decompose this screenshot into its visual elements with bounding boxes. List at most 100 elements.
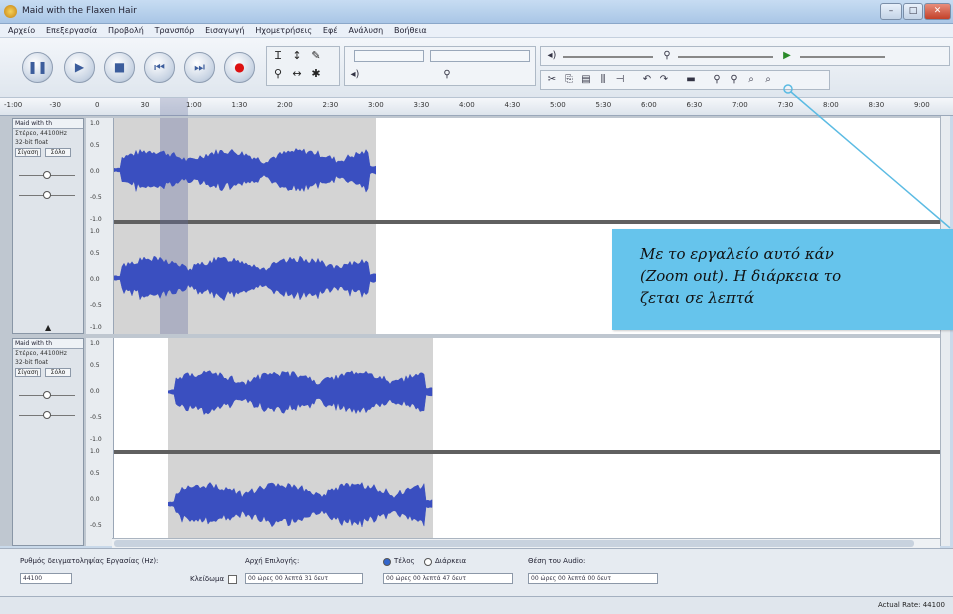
play-speed-slider[interactable] xyxy=(800,56,885,58)
record-button[interactable]: ● xyxy=(224,52,255,83)
scale-label: -1.0 xyxy=(90,216,102,223)
vertical-scale: 1.0 0.5 0.0 -0.5 -1.0 1.0 0.5 0.0 -0.5 -… xyxy=(86,118,114,334)
scale-label: -1.0 xyxy=(90,436,102,443)
multi-tool-icon[interactable]: ✱ xyxy=(308,66,324,82)
track-name-menu[interactable]: Maid with th xyxy=(13,119,83,129)
zoom-tool-icon[interactable]: ⚲ xyxy=(270,66,286,82)
skip-end-button[interactable]: ⏭ xyxy=(184,52,215,83)
scale-label: -1.0 xyxy=(90,324,102,331)
draw-tool-icon[interactable]: ✎ xyxy=(308,48,324,64)
undo-icon[interactable]: ↶ xyxy=(640,73,654,87)
envelope-tool-icon[interactable]: ↕ xyxy=(289,48,305,64)
zoom-in-icon[interactable]: ⚲ xyxy=(710,73,724,87)
solo-button[interactable]: Σόλο xyxy=(45,368,71,377)
mute-button[interactable]: Σίγαση xyxy=(15,368,41,377)
solo-button[interactable]: Σόλο xyxy=(45,148,71,157)
window-title: Maid with the Flaxen Hair xyxy=(22,6,137,16)
selection-end-field[interactable]: 00 ώρες 00 λεπτά 47 δευτ xyxy=(383,573,513,584)
horizontal-scroll-thumb[interactable] xyxy=(114,540,914,547)
scale-label: -0.5 xyxy=(90,522,102,529)
project-rate-select[interactable]: 44100 xyxy=(20,573,72,584)
app-icon xyxy=(4,5,17,18)
menu-edit[interactable]: Επεξεργασία xyxy=(46,24,97,38)
menu-generate[interactable]: Ηχομετρήσεις xyxy=(255,24,312,38)
silence-icon[interactable]: ⊣ xyxy=(613,73,627,87)
sync-lock-icon[interactable]: ▬ xyxy=(684,73,698,87)
play-at-speed-icon[interactable]: ▶ xyxy=(780,49,794,63)
track-bitdepth: 32-bit float xyxy=(15,139,49,146)
pan-slider-thumb[interactable] xyxy=(43,191,51,199)
fit-project-icon[interactable]: ⌕ xyxy=(761,73,775,87)
waveform-channel-right xyxy=(114,255,376,302)
menu-analyze[interactable]: Ανάλυση xyxy=(348,24,383,38)
track-control-panel: Maid with th Στέρεο, 44100Hz 32-bit floa… xyxy=(12,338,84,546)
collapse-arrow-icon[interactable]: ▲ xyxy=(45,323,51,332)
zoom-out-icon[interactable]: ⚲ xyxy=(727,73,741,87)
menu-file[interactable]: Αρχείο xyxy=(8,24,35,38)
menu-help[interactable]: Βοήθεια xyxy=(394,24,427,38)
stop-button[interactable]: ■ xyxy=(104,52,135,83)
scale-label: 0.5 xyxy=(90,250,100,257)
gain-slider-thumb[interactable] xyxy=(43,391,51,399)
length-radio[interactable] xyxy=(424,558,432,566)
minimize-button[interactable]: – xyxy=(880,3,902,20)
ruler-tick-label: 1:30 xyxy=(231,101,248,109)
menu-import[interactable]: Εισαγωγή xyxy=(205,24,244,38)
ruler-tick-label: 5:00 xyxy=(550,101,566,109)
track-name-menu[interactable]: Maid with th xyxy=(13,339,83,349)
skip-start-button[interactable]: ⏮ xyxy=(144,52,175,83)
ruler-tick-label: 3:00 xyxy=(368,101,384,109)
play-button[interactable]: ▶ xyxy=(64,52,95,83)
ruler-tick-label: 5:30 xyxy=(595,101,612,109)
menu-effects[interactable]: Εφέ xyxy=(323,24,338,38)
selection-start-label: Αρχή Επιλογής: xyxy=(245,557,300,565)
timeshift-tool-icon[interactable]: ↔ xyxy=(289,66,305,82)
input-volume-icon: ⚲ xyxy=(663,50,671,61)
ruler-tick-label: 4:30 xyxy=(504,101,521,109)
scale-label: 0.5 xyxy=(90,142,100,149)
paste-icon[interactable]: ▤ xyxy=(579,73,593,87)
ruler-tick-label: -1:00 xyxy=(4,101,23,109)
ruler-tick-label: 7:00 xyxy=(732,101,748,109)
callout-line: ζεται σε λεπτά xyxy=(640,289,755,307)
redo-icon[interactable]: ↷ xyxy=(657,73,671,87)
playback-meter[interactable] xyxy=(354,50,424,62)
length-radio-label: Διάρκεια xyxy=(435,557,467,565)
selection-toolbar: Ρυθμός δειγματοληψίας Εργασίας (Hz): 441… xyxy=(0,548,953,596)
end-radio[interactable] xyxy=(383,558,391,566)
menu-transport[interactable]: Τρανσπόρ xyxy=(155,24,195,38)
scale-label: 0.0 xyxy=(90,168,100,175)
audio-position-field[interactable]: 00 ώρες 00 λεπτά 00 δευτ xyxy=(528,573,658,584)
close-button[interactable]: ✕ xyxy=(924,3,951,20)
trim-icon[interactable]: ⫼ xyxy=(596,73,610,87)
scale-label: 0.0 xyxy=(90,276,100,283)
track-format: Στέρεο, 44100Hz xyxy=(15,350,67,357)
pan-slider-thumb[interactable] xyxy=(43,411,51,419)
input-volume-slider[interactable] xyxy=(678,56,773,58)
fit-selection-icon[interactable]: ⌕ xyxy=(744,73,758,87)
selection-tool-icon[interactable]: Ɪ xyxy=(270,48,286,64)
waveform-track-2 xyxy=(168,370,433,528)
snap-to-checkbox[interactable] xyxy=(228,575,237,584)
menu-bar: Αρχείο Επεξεργασία Προβολή Τρανσπόρ Εισα… xyxy=(0,24,953,38)
menu-view[interactable]: Προβολή xyxy=(108,24,144,38)
ruler-tick-label: 6:00 xyxy=(641,101,657,109)
track-control-panel: Maid with th Στέρεο, 44100Hz 32-bit floa… xyxy=(12,118,84,334)
copy-icon[interactable]: ⎘ xyxy=(562,73,576,87)
pause-button[interactable]: ❚❚ xyxy=(22,52,53,83)
mute-button[interactable]: Σίγαση xyxy=(15,148,41,157)
maximize-button[interactable]: □ xyxy=(903,3,923,20)
horizontal-scrollbar[interactable] xyxy=(112,538,940,548)
track-format: Στέρεο, 44100Hz xyxy=(15,130,67,137)
gain-slider-thumb[interactable] xyxy=(43,171,51,179)
callout-pointer xyxy=(783,84,951,229)
cut-icon[interactable]: ✂ xyxy=(545,73,559,87)
scale-label: 1.0 xyxy=(90,120,100,127)
record-meter[interactable] xyxy=(430,50,530,62)
output-volume-slider[interactable] xyxy=(563,56,653,58)
ruler-tick-label: 1:00 xyxy=(186,101,202,109)
selection-start-field[interactable]: 00 ώρες 00 λεπτά 31 δευτ xyxy=(245,573,363,584)
snap-to-label: Κλείδωμα xyxy=(190,575,225,583)
waveform-channel-right xyxy=(168,481,433,528)
waveform-track-1 xyxy=(114,147,376,302)
